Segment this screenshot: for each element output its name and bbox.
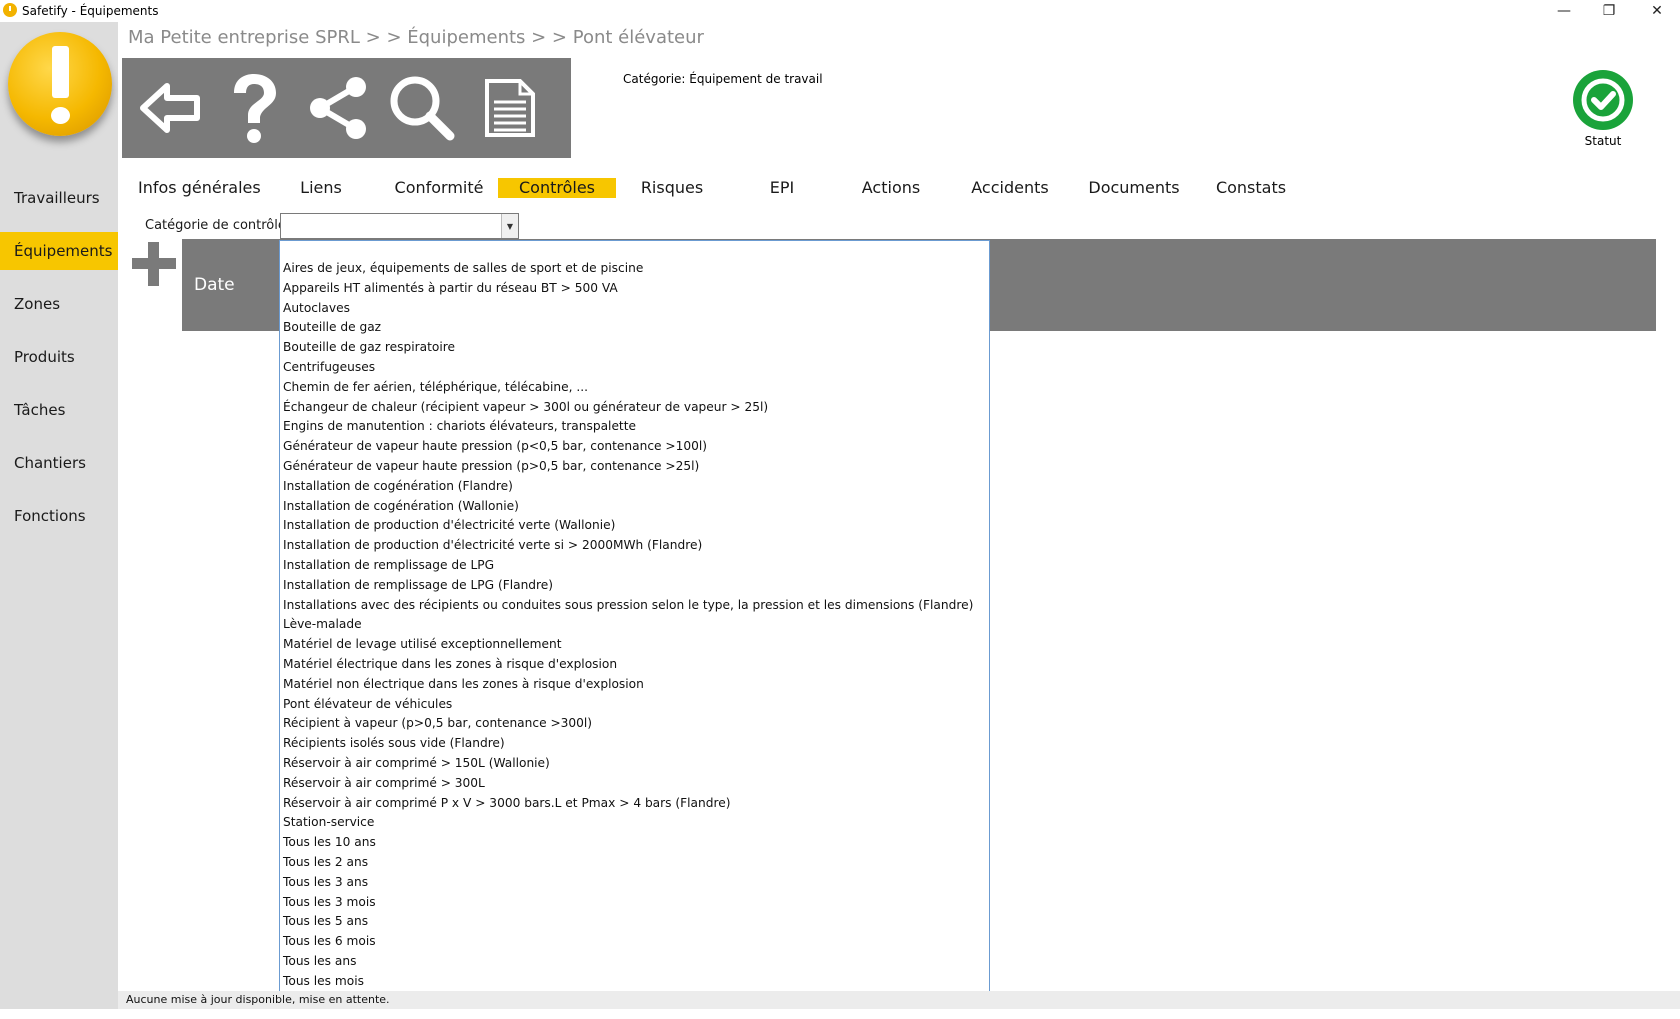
dropdown-option[interactable]: Réservoir à air comprimé > 150L (Walloni… — [280, 754, 989, 774]
app-icon — [3, 3, 17, 17]
window-title: Safetify - Équipements — [22, 4, 159, 18]
dropdown-option[interactable]: Générateur de vapeur haute pression (p<0… — [280, 437, 989, 457]
tab-controles[interactable]: Contrôles — [498, 178, 616, 198]
restore-button[interactable]: ❐ — [1586, 0, 1632, 22]
dropdown-option[interactable]: Tous les 3 ans — [280, 873, 989, 893]
title-bar: Safetify - Équipements — ❐ ✕ — [0, 0, 1680, 22]
sidebar-item-equipements[interactable]: Équipements — [0, 232, 118, 270]
sidebar-item-chantiers[interactable]: Chantiers — [0, 444, 118, 482]
dropdown-option[interactable]: Tous les ans — [280, 952, 989, 972]
dropdown-option[interactable]: Tous les 6 mois — [280, 932, 989, 952]
dropdown-option[interactable]: Réservoir à air comprimé > 300L — [280, 774, 989, 794]
tab-liens[interactable]: Liens — [290, 178, 352, 198]
minimize-button[interactable]: — — [1541, 0, 1587, 22]
dropdown-option[interactable]: Station-service — [280, 813, 989, 833]
dropdown-option[interactable]: Engins de manutention : chariots élévate… — [280, 417, 989, 437]
dropdown-option[interactable]: Réservoir à air comprimé P x V > 3000 ba… — [280, 794, 989, 814]
sidebar: Travailleurs Équipements Zones Produits … — [0, 22, 118, 1019]
dropdown-options: Aires de jeux, équipements de salles de … — [280, 241, 989, 991]
document-icon[interactable] — [470, 66, 550, 150]
dropdown-option[interactable]: Autoclaves — [280, 299, 989, 319]
tab-accidents[interactable]: Accidents — [966, 178, 1054, 198]
dropdown-option[interactable]: Centrifugeuses — [280, 358, 989, 378]
status-message: Aucune mise à jour disponible, mise en a… — [126, 993, 390, 1006]
tab-infos-generales[interactable]: Infos générales — [138, 178, 261, 198]
dropdown-option[interactable]: Matériel électrique dans les zones à ris… — [280, 655, 989, 675]
dropdown-option[interactable]: Bouteille de gaz — [280, 318, 989, 338]
toolbar — [122, 58, 571, 158]
dropdown-option[interactable]: Tous les 10 ans — [280, 833, 989, 853]
share-icon[interactable] — [298, 66, 378, 150]
sidebar-item-taches[interactable]: Tâches — [0, 391, 118, 429]
dropdown-option[interactable]: Installation de cogénération (Wallonie) — [280, 497, 989, 517]
dropdown-option[interactable]: Bouteille de gaz respiratoire — [280, 338, 989, 358]
dropdown-option[interactable]: Matériel de levage utilisé exceptionnell… — [280, 635, 989, 655]
tab-epi[interactable]: EPI — [754, 178, 810, 198]
sidebar-item-produits[interactable]: Produits — [0, 338, 118, 376]
dropdown-option[interactable]: Générateur de vapeur haute pression (p>0… — [280, 457, 989, 477]
check-icon[interactable] — [1573, 70, 1633, 130]
control-category-select[interactable]: ▼ — [280, 213, 519, 239]
control-category-dropdown[interactable]: Aires de jeux, équipements de salles de … — [279, 240, 990, 992]
dropdown-option[interactable]: Tous les 2 ans — [280, 853, 989, 873]
tab-documents[interactable]: Documents — [1086, 178, 1182, 198]
dropdown-option[interactable]: Récipient à vapeur (p>0,5 bar, contenanc… — [280, 714, 989, 734]
dropdown-option[interactable]: Tous les mois — [280, 972, 989, 991]
back-arrow-icon[interactable] — [130, 66, 210, 150]
dropdown-option[interactable]: Échangeur de chaleur (récipient vapeur >… — [280, 398, 989, 418]
column-header-date[interactable]: Date — [194, 275, 235, 295]
sidebar-item-travailleurs[interactable]: Travailleurs — [0, 179, 118, 217]
tab-actions[interactable]: Actions — [856, 178, 926, 198]
chevron-down-icon[interactable]: ▼ — [501, 214, 518, 238]
dropdown-option[interactable]: Chemin de fer aérien, téléphérique, télé… — [280, 378, 989, 398]
dropdown-option[interactable]: Lève-malade — [280, 615, 989, 635]
equipment-category: Catégorie: Équipement de travail — [623, 72, 823, 86]
tab-conformite[interactable]: Conformité — [394, 178, 484, 198]
dropdown-option[interactable]: Installation de remplissage de LPG (Flan… — [280, 576, 989, 596]
close-button[interactable]: ✕ — [1634, 0, 1680, 22]
control-category-label: Catégorie de contrôle: — [145, 218, 291, 233]
dropdown-option[interactable]: Aires de jeux, équipements de salles de … — [280, 259, 989, 279]
dropdown-option[interactable]: Pont élévateur de véhicules — [280, 695, 989, 715]
dropdown-option[interactable]: Appareils HT alimentés à partir du résea… — [280, 279, 989, 299]
exclamation-logo-icon — [8, 32, 112, 136]
dropdown-option[interactable]: Récipients isolés sous vide (Flandre) — [280, 734, 989, 754]
help-icon[interactable] — [214, 66, 294, 150]
tab-constats[interactable]: Constats — [1214, 178, 1288, 198]
status-label: Statut — [1584, 134, 1622, 148]
dropdown-option[interactable]: Installation de production d'électricité… — [280, 516, 989, 536]
breadcrumb: Ma Petite entreprise SPRL > > Équipement… — [128, 27, 704, 48]
add-control-button[interactable] — [130, 240, 178, 288]
dropdown-option[interactable]: Installation de cogénération (Flandre) — [280, 477, 989, 497]
status-bar: Aucune mise à jour disponible, mise en a… — [118, 991, 1680, 1009]
bottom-strip — [0, 1009, 1680, 1019]
tab-risques[interactable]: Risques — [636, 178, 708, 198]
dropdown-option[interactable]: Matériel non électrique dans les zones à… — [280, 675, 989, 695]
sidebar-item-fonctions[interactable]: Fonctions — [0, 497, 118, 535]
status-indicator[interactable]: Statut — [1566, 68, 1636, 152]
dropdown-option[interactable]: Installation de remplissage de LPG — [280, 556, 989, 576]
sidebar-item-zones[interactable]: Zones — [0, 285, 118, 323]
dropdown-option[interactable]: Tous les 5 ans — [280, 912, 989, 932]
dropdown-option[interactable]: Tous les 3 mois — [280, 893, 989, 913]
search-icon[interactable] — [382, 66, 462, 150]
dropdown-option[interactable]: Installations avec des récipients ou con… — [280, 596, 989, 616]
dropdown-option[interactable]: Installation de production d'électricité… — [280, 536, 989, 556]
